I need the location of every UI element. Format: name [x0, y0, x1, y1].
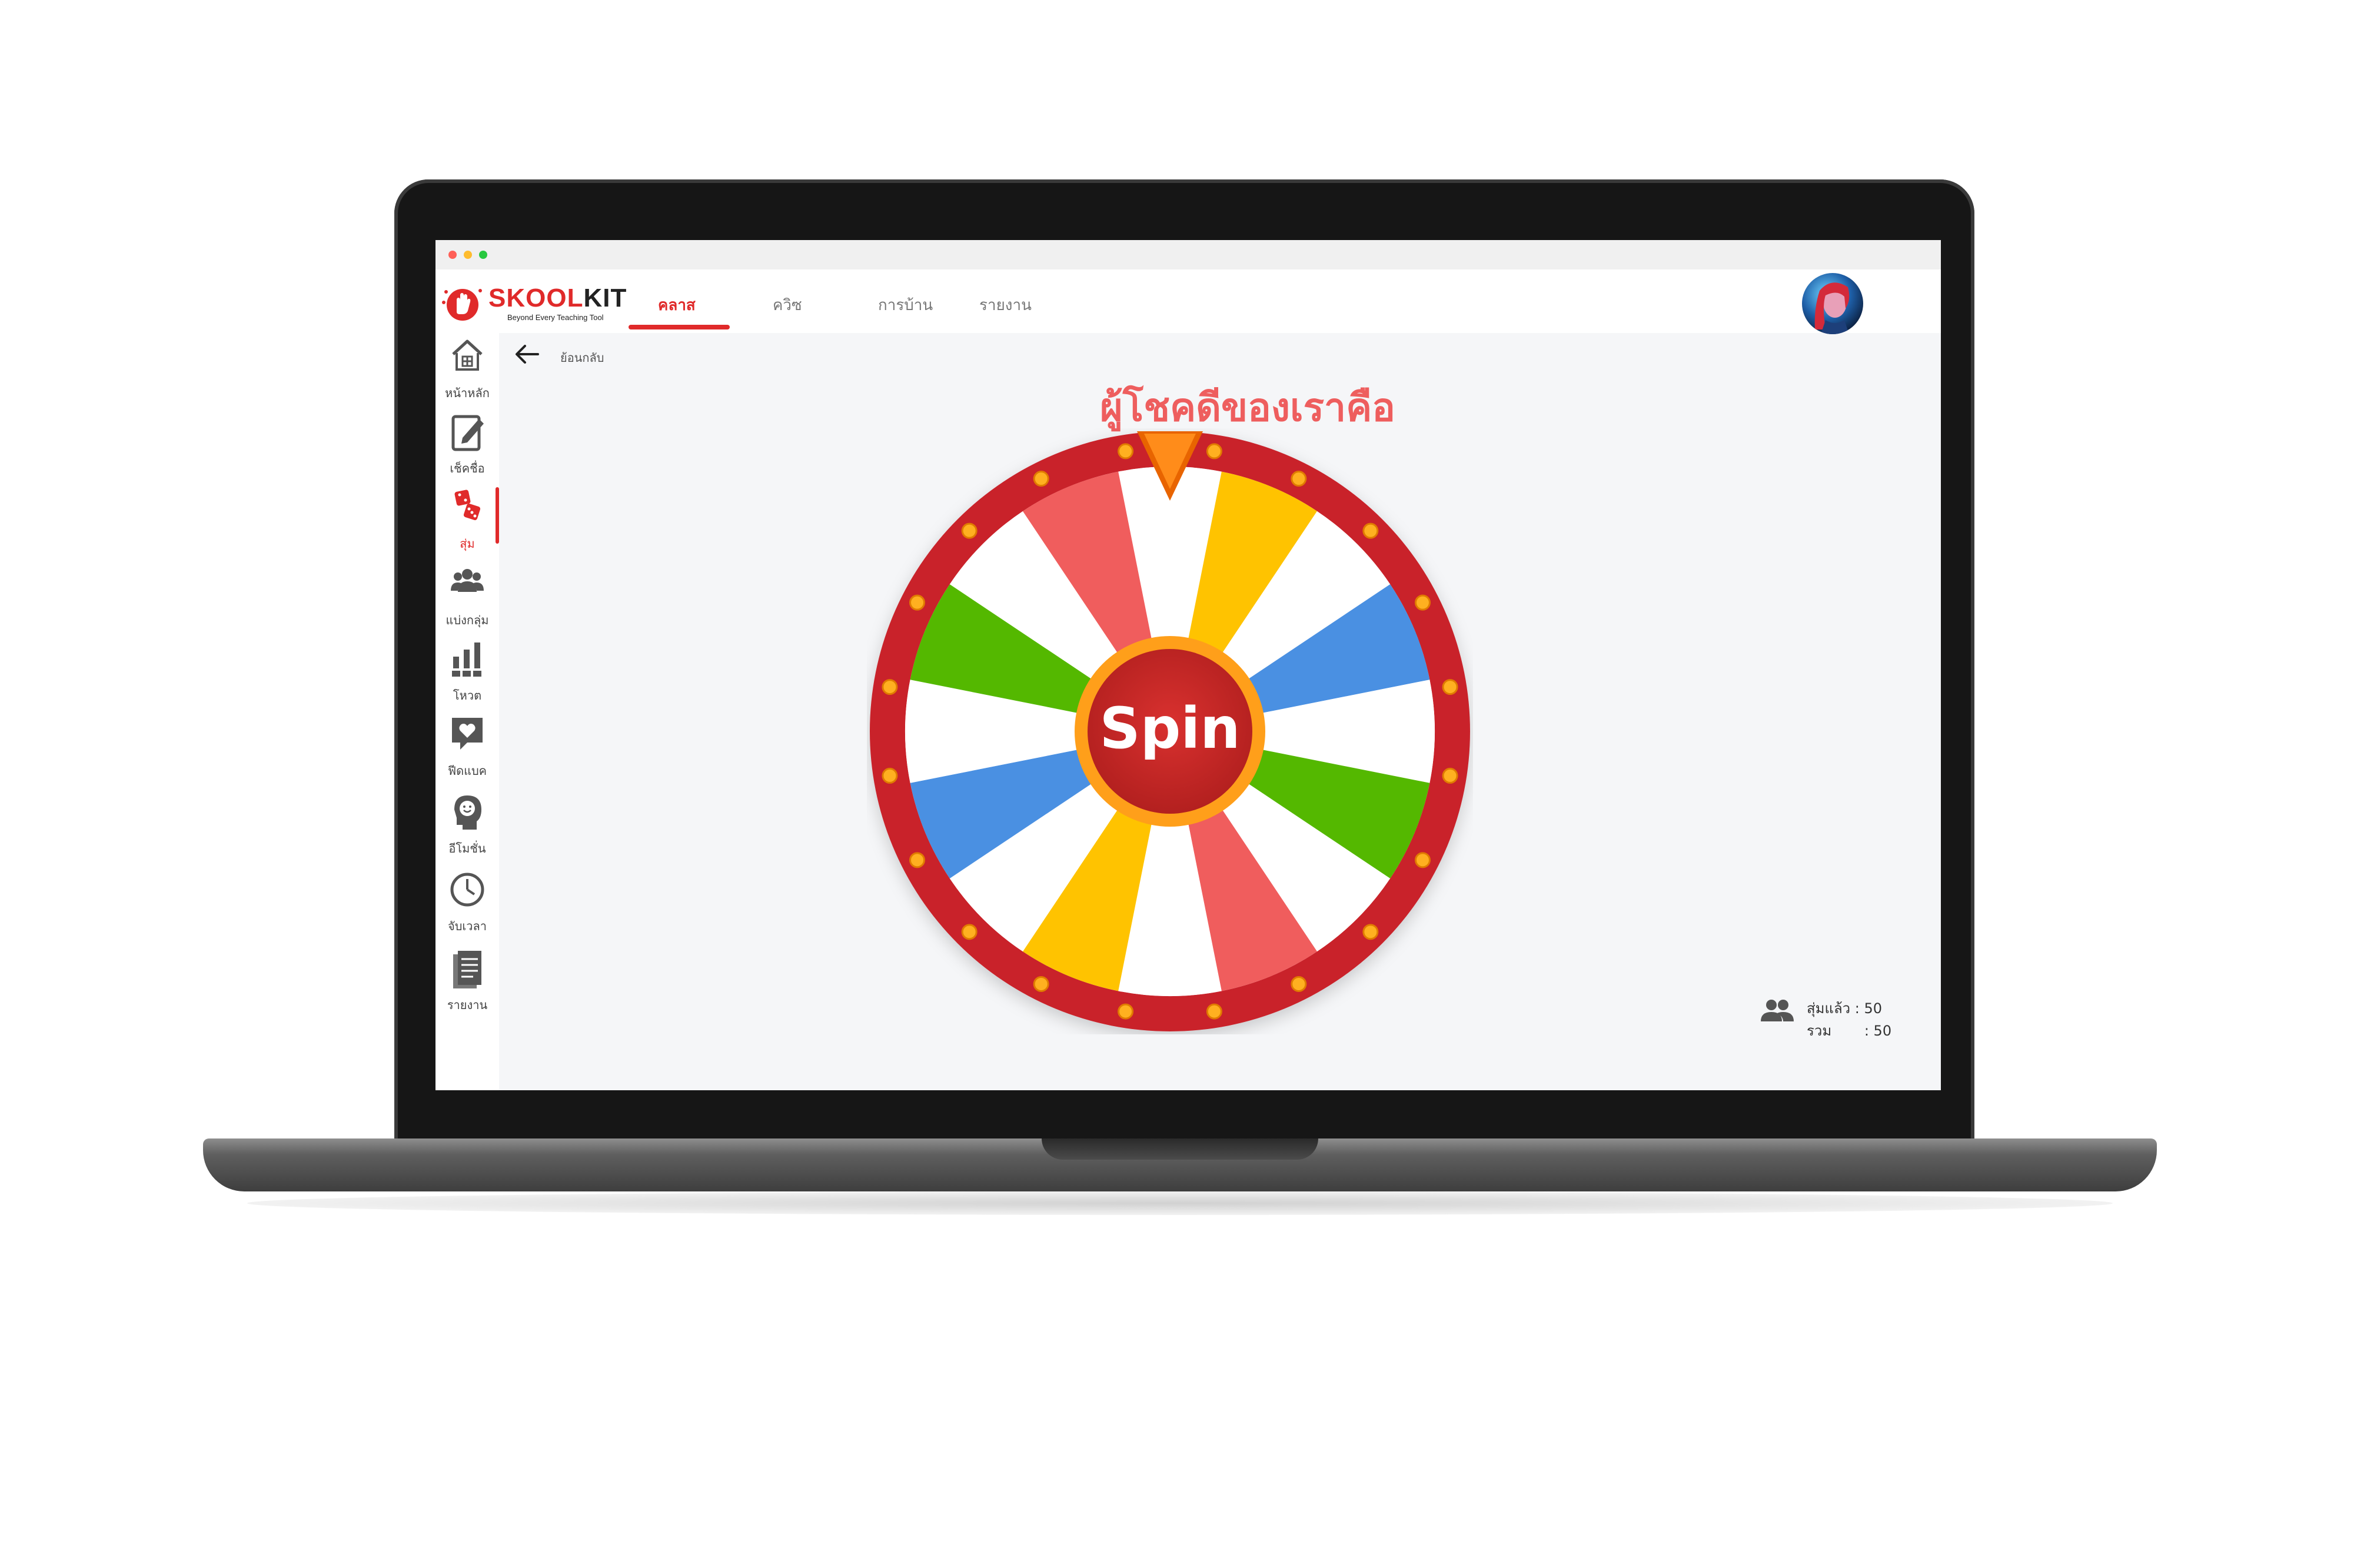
active-tab-indicator	[629, 325, 730, 329]
window-close-dot[interactable]	[448, 251, 457, 259]
draw-stats: สุ่มแล้ว : 50 รวม : 50	[1760, 994, 1901, 1047]
wheel-bulb	[1442, 679, 1458, 695]
sidebar-item-groups[interactable]: แบ่งกลุ่ม	[435, 564, 499, 634]
wheel-bulb	[882, 767, 898, 784]
back-label: ย้อนกลับ	[560, 351, 604, 365]
wheel-bulb	[909, 594, 926, 611]
sidebar-label-attendance: เช็คชื่อ	[450, 461, 485, 475]
wheel-bulb	[1414, 852, 1431, 868]
arrow-left-icon	[516, 345, 539, 364]
sidebar-item-home[interactable]: หน้าหลัก	[435, 337, 499, 407]
sidebar-label-feedback: ฟีดแบค	[447, 764, 487, 778]
window-chrome	[435, 240, 1941, 269]
avatar-portrait-icon	[1814, 282, 1850, 334]
user-avatar[interactable]	[1802, 273, 1863, 334]
wheel-bulb	[1362, 522, 1379, 539]
group-icon	[451, 569, 484, 592]
tab-homework[interactable]: การบ้าน	[878, 293, 933, 317]
wheel-bulb	[882, 679, 898, 695]
stat-drawn-label: สุ่มแล้ว	[1807, 1000, 1851, 1017]
logo-hand-icon	[442, 289, 482, 321]
sidebar-item-report[interactable]: รายงาน	[435, 948, 499, 1019]
home-icon	[452, 339, 483, 371]
dice-icon	[454, 490, 481, 521]
brand-tagline: Beyond Every Teaching Tool	[507, 313, 604, 322]
wheel-bulb	[1442, 767, 1458, 784]
window-maximize-dot[interactable]	[479, 251, 487, 259]
report-icon	[453, 951, 481, 988]
tab-class[interactable]: คลาส	[658, 293, 696, 317]
clock-icon	[450, 873, 484, 907]
stat-drawn: สุ่มแล้ว : 50	[1807, 997, 1882, 1020]
checklist-edit-icon	[451, 415, 484, 451]
sidebar-item-vote[interactable]: โหวต	[435, 639, 499, 710]
sidebar-item-feedback[interactable]: ฟีดแบค	[435, 714, 499, 785]
brand-logo[interactable]: SKOOLKIT Beyond Every Teaching Tool	[441, 280, 630, 324]
wheel-bulb	[1118, 443, 1134, 460]
window-minimize-dot[interactable]	[464, 251, 472, 259]
wheel-bulb	[1118, 1003, 1134, 1020]
sidebar-label-timer: จับเวลา	[448, 919, 487, 933]
laptop-shadow	[247, 1191, 2113, 1215]
stat-total: รวม : 50	[1807, 1019, 1891, 1042]
spin-button-label[interactable]: Spin	[1099, 695, 1240, 761]
people-icon	[1761, 1000, 1794, 1021]
sidebar-label-random: สุ่ม	[460, 537, 475, 551]
sidebar: หน้าหลัก เช็คชื่อ สุ่ม แบ่งกลุ่ม โหวต ฟี…	[435, 333, 499, 1090]
feedback-heart-icon	[452, 718, 483, 750]
top-navigation: SKOOLKIT Beyond Every Teaching Tool คลาส…	[435, 269, 1941, 334]
sidebar-item-attendance[interactable]: เช็คชื่อ	[435, 412, 499, 482]
wheel-bulb	[961, 924, 977, 940]
sidebar-label-groups: แบ่งกลุ่ม	[445, 613, 489, 627]
back-button[interactable]: ย้อนกลับ	[512, 334, 653, 375]
vote-chart-icon	[452, 642, 481, 677]
wheel-bulb	[961, 522, 977, 539]
sidebar-item-timer[interactable]: จับเวลา	[435, 870, 499, 940]
wheel-bulb	[1033, 471, 1049, 487]
sidebar-label-report: รายงาน	[447, 998, 488, 1012]
wheel-bulb	[1291, 471, 1307, 487]
sidebar-item-random[interactable]: สุ่ม	[435, 487, 499, 558]
stat-total-value: : 50	[1864, 1023, 1892, 1039]
wheel-bulb	[1362, 924, 1379, 940]
wheel-bulb	[1291, 976, 1307, 992]
tab-quiz[interactable]: ควิซ	[773, 293, 802, 317]
sidebar-label-emotion: อีโมชั่น	[448, 841, 486, 855]
sidebar-item-emotion[interactable]: อีโมชั่น	[435, 792, 499, 863]
app-screen: SKOOLKIT Beyond Every Teaching Tool คลาส…	[435, 240, 1941, 1090]
brand-name: SKOOLKIT	[488, 284, 627, 312]
stat-drawn-value: : 50	[1854, 1000, 1883, 1017]
spin-wheel[interactable]: Spin	[867, 428, 1473, 1034]
wheel-bulb	[1033, 976, 1049, 992]
stat-total-label: รวม	[1807, 1023, 1832, 1039]
sidebar-label-vote: โหวต	[453, 688, 482, 703]
wheel-bulb	[1206, 443, 1222, 460]
wheel-bulb	[1414, 594, 1431, 611]
laptop-notch	[1042, 1138, 1318, 1160]
emotion-face-icon	[454, 795, 481, 830]
tab-report[interactable]: รายงาน	[979, 293, 1032, 317]
sidebar-label-home: หน้าหลัก	[445, 386, 490, 400]
wheel-bulb	[909, 852, 926, 868]
wheel-bulb	[1206, 1003, 1222, 1020]
